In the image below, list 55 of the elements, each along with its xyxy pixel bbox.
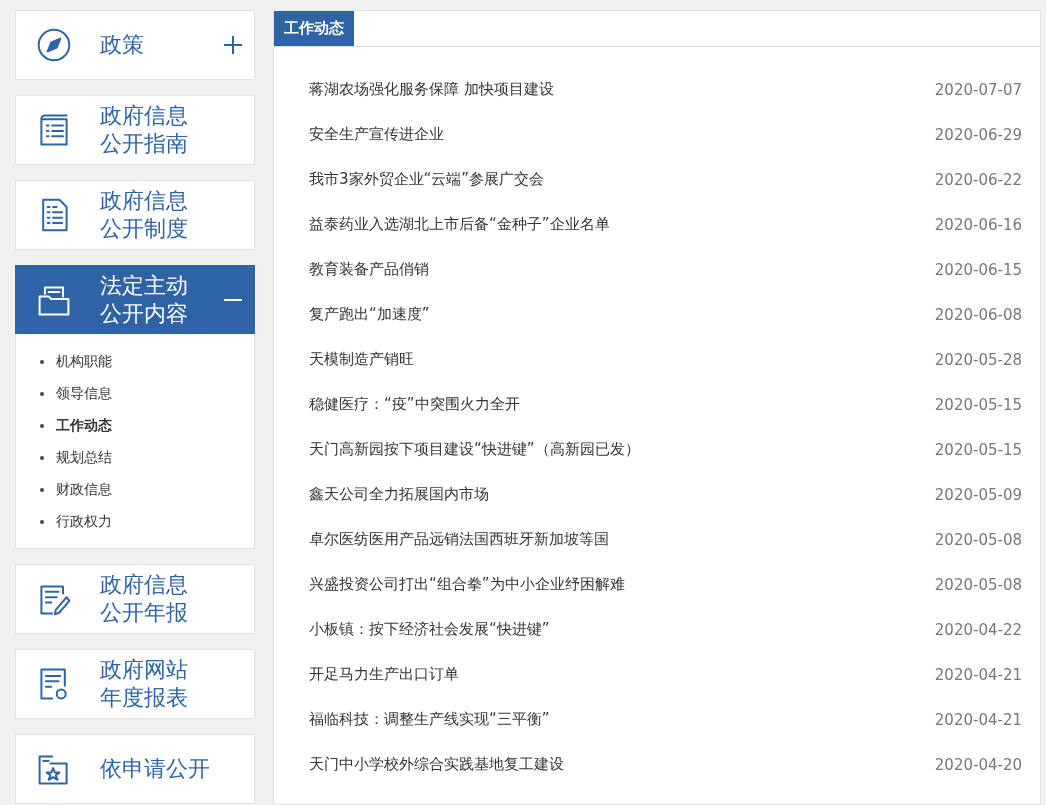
panel-tab[interactable]: 工作动态 — [274, 11, 354, 46]
news-date: 2020-05-09 — [934, 485, 1022, 504]
expand-icon[interactable] — [224, 36, 242, 54]
news-link[interactable]: 鑫天公司全力拓展国内市场 — [309, 485, 489, 504]
news-link[interactable]: 天门中小学校外综合实践基地复工建设 — [309, 755, 564, 774]
news-date: 2020-06-16 — [934, 215, 1022, 234]
news-date: 2020-04-21 — [934, 665, 1022, 684]
submenu-link[interactable]: 规划总结 — [56, 449, 112, 467]
sidebar-item-label: 政府信息 公开指南 — [100, 102, 189, 158]
news-date: 2020-06-08 — [934, 305, 1022, 324]
news-date: 2020-04-20 — [934, 755, 1022, 774]
news-link[interactable]: 稳健医疗：“疫”中突围火力全开 — [309, 395, 520, 414]
sidebar-item[interactable]: 政策 — [15, 10, 255, 80]
sidebar-item-label: 政府网站 年度报表 — [100, 656, 189, 712]
submenu-link[interactable]: 工作动态 — [56, 417, 112, 435]
news-date: 2020-06-29 — [934, 125, 1022, 144]
news-link[interactable]: 蒋湖农场强化服务保障 加快项目建设 — [309, 80, 554, 99]
news-date: 2020-05-08 — [934, 530, 1022, 549]
news-link[interactable]: 天模制造产销旺 — [309, 350, 414, 369]
news-date: 2020-04-22 — [934, 620, 1022, 639]
news-date: 2020-04-21 — [934, 710, 1022, 729]
submenu-link[interactable]: 行政权力 — [56, 513, 112, 531]
sidebar-item-label: 政府信息 公开制度 — [100, 187, 189, 243]
news-date: 2020-06-22 — [934, 170, 1022, 189]
submenu-link[interactable]: 财政信息 — [56, 481, 112, 499]
sidebar-item-label: 依申请公开 — [100, 755, 211, 783]
sidebar-item[interactable]: 依申请公开 — [15, 734, 255, 804]
news-link[interactable]: 教育装备产品俏销 — [309, 260, 429, 279]
sidebar-item-label: 政府信息 公开年报 — [100, 571, 189, 627]
news-link[interactable]: 兴盛投资公司打出“组合拳”为中小企业纾困解难 — [309, 575, 625, 594]
news-date: 2020-06-15 — [934, 260, 1022, 279]
sidebar-item-label: 政策 — [100, 31, 145, 59]
news-link[interactable]: 复产跑出“加速度” — [309, 305, 430, 324]
news-date: 2020-07-07 — [934, 80, 1022, 99]
news-link[interactable]: 福临科技：调整生产线实现“三平衡” — [309, 710, 550, 729]
submenu-link[interactable]: 领导信息 — [56, 385, 112, 403]
news-date: 2020-05-15 — [934, 395, 1022, 414]
sidebar-item[interactable]: 政府信息 公开年报 — [15, 564, 255, 634]
news-link[interactable]: 天门高新园按下项目建设“快进键”（高新园已发） — [309, 440, 640, 459]
compass-icon — [36, 27, 72, 63]
news-link[interactable]: 益泰药业入选湖北上市后备“金种子”企业名单 — [309, 215, 610, 234]
news-link[interactable]: 我市3家外贸企业“云端”参展广交会 — [309, 170, 545, 189]
news-link[interactable]: 小板镇：按下经济社会发展“快进键” — [309, 620, 550, 639]
sidebar-item[interactable]: 政府信息 公开指南 — [15, 95, 255, 165]
sidebar-item-label: 法定主动 公开内容 — [100, 271, 189, 328]
sidebar-item[interactable]: 政府网站 年度报表 — [15, 649, 255, 719]
news-date: 2020-05-15 — [934, 440, 1022, 459]
news-link[interactable]: 卓尔医纺医用产品远销法国西班牙新加坡等国 — [309, 530, 609, 549]
news-link[interactable]: 开足马力生产出口订单 — [309, 665, 459, 684]
sidebar-item[interactable]: 法定主动 公开内容 — [15, 265, 255, 334]
news-date: 2020-05-28 — [934, 350, 1022, 369]
news-date: 2020-05-08 — [934, 575, 1022, 594]
news-link[interactable]: 安全生产宣传进企业 — [309, 125, 444, 144]
sidebar-item[interactable]: 政府信息 公开制度 — [15, 180, 255, 250]
submenu-link[interactable]: 机构职能 — [56, 353, 112, 371]
